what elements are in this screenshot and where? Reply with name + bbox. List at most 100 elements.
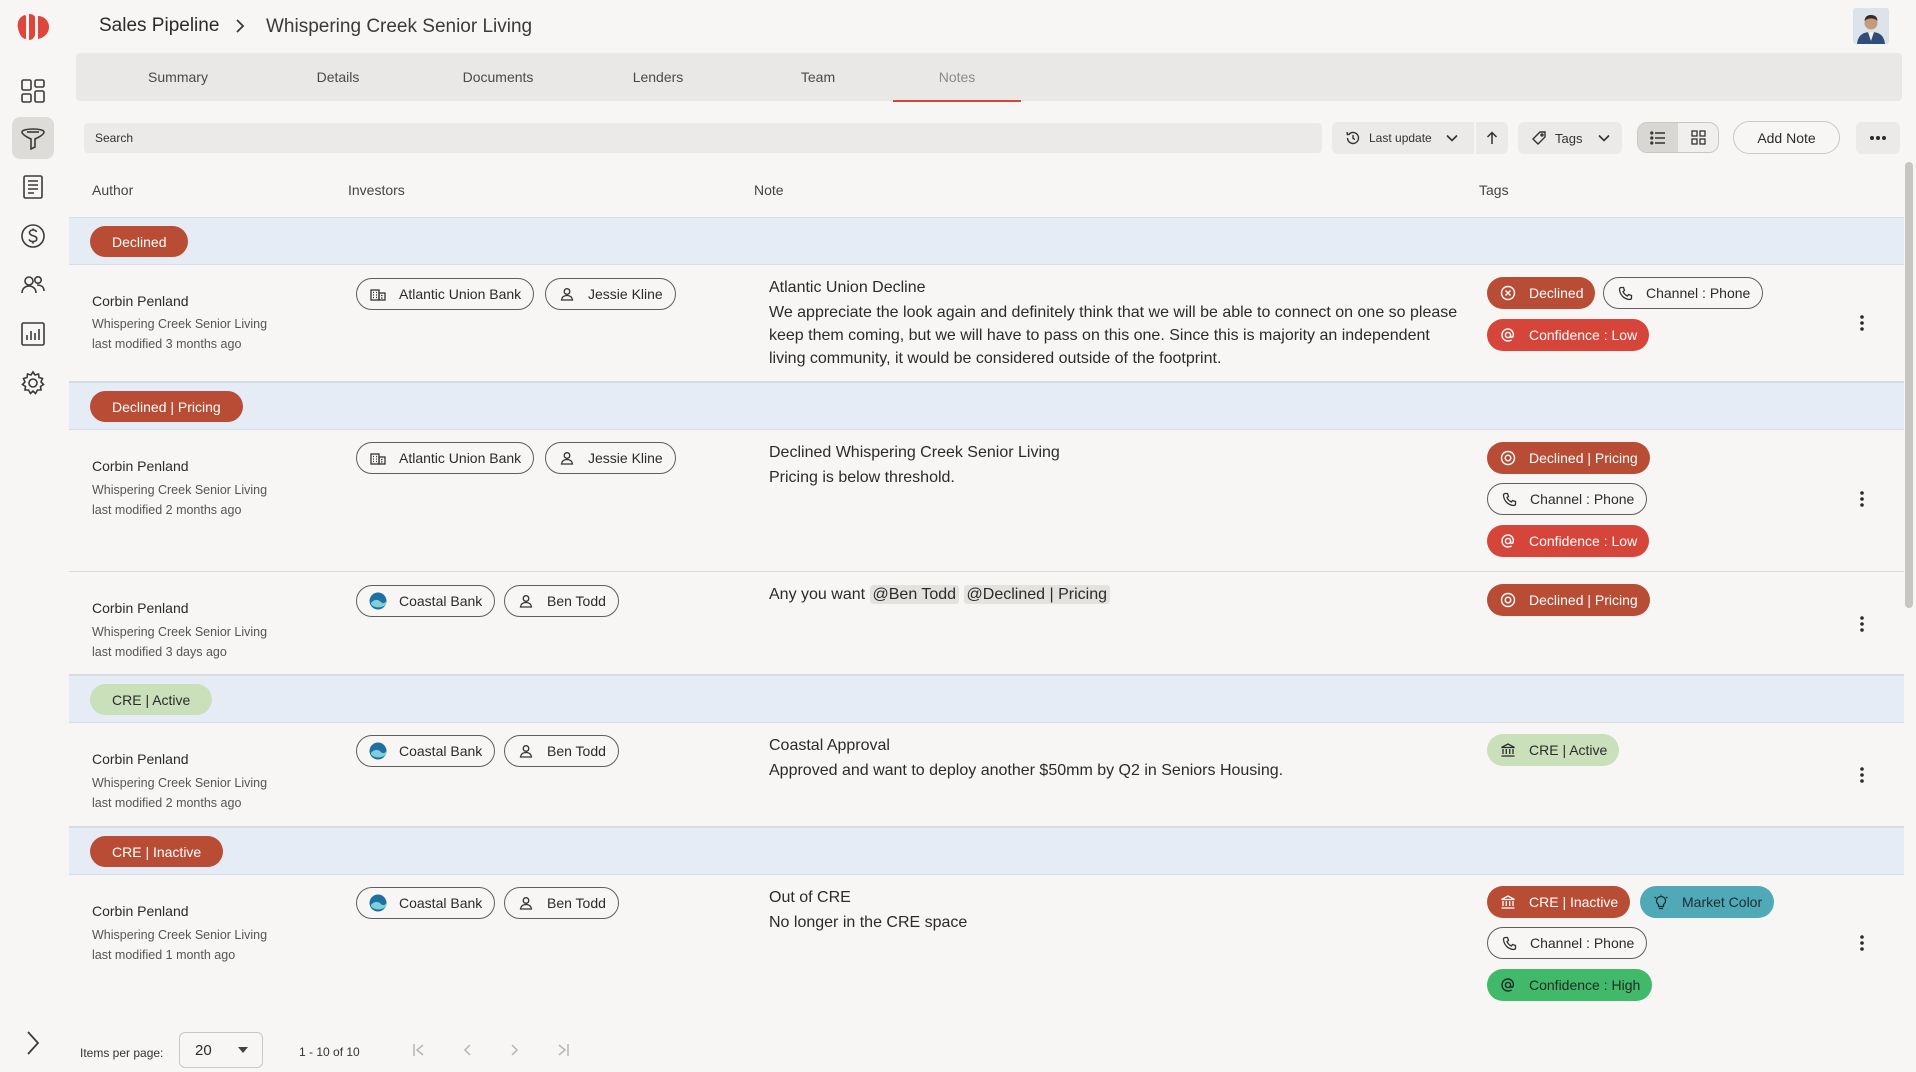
sort-direction-button[interactable] — [1476, 122, 1508, 154]
investor-chip[interactable]: Atlantic Union Bank — [356, 442, 535, 474]
column-header-author[interactable]: Author — [92, 182, 133, 198]
nav-settings[interactable] — [12, 362, 54, 404]
investor-chip[interactable]: Ben Todd — [504, 585, 619, 617]
note-author: Corbin Penland — [92, 458, 189, 474]
tag-chip[interactable]: Channel : Phone — [1603, 277, 1764, 309]
column-header-note[interactable]: Note — [754, 182, 784, 198]
group-header-row[interactable]: CRE | Active — [69, 675, 1904, 723]
tag-chip[interactable]: Confidence : Low — [1487, 319, 1650, 351]
sort-field-label: Last update — [1369, 131, 1432, 145]
group-pill: CRE | Active — [90, 684, 213, 715]
tab-summary[interactable]: Summary — [98, 53, 258, 101]
add-note-button[interactable]: Add Note — [1733, 121, 1840, 154]
grid-view-button[interactable] — [1678, 123, 1718, 152]
note-body: Pricing is below threshold. — [769, 469, 955, 486]
investor-chip[interactable]: Atlantic Union Bank — [356, 278, 535, 310]
x-circle-icon — [1499, 284, 1517, 302]
row-menu-button[interactable] — [1852, 612, 1872, 636]
next-page-button[interactable] — [504, 1040, 526, 1060]
row-menu-button[interactable] — [1852, 763, 1872, 787]
group-header-row[interactable]: Declined | Pricing — [69, 382, 1904, 430]
table-row[interactable]: Corbin Penland Whispering Creek Senior L… — [69, 265, 1904, 382]
nav-documents[interactable] — [12, 166, 54, 208]
investor-name: Ben Todd — [547, 593, 606, 609]
user-avatar[interactable] — [1853, 8, 1889, 44]
coastal-bank-logo-icon — [369, 592, 387, 610]
note-author: Corbin Penland — [92, 600, 189, 616]
nav-dashboard[interactable] — [12, 70, 54, 112]
mention-person[interactable]: @Ben Todd — [869, 585, 960, 604]
coastal-bank-logo-icon — [369, 742, 387, 760]
investor-chip[interactable]: Ben Todd — [504, 887, 619, 919]
tag-chip[interactable]: Channel : Phone — [1487, 483, 1648, 515]
search-input[interactable]: Search — [84, 123, 1322, 153]
tag-chip[interactable]: Declined | Pricing — [1487, 584, 1650, 616]
note-author: Corbin Penland — [92, 751, 189, 767]
row-menu-button[interactable] — [1852, 311, 1872, 335]
app-logo-icon[interactable] — [16, 12, 52, 42]
investor-name: Atlantic Union Bank — [399, 450, 522, 466]
list-view-button[interactable] — [1638, 123, 1678, 152]
last-page-button[interactable] — [552, 1040, 574, 1060]
nav-reports[interactable] — [12, 313, 54, 355]
nav-contacts[interactable] — [12, 264, 54, 306]
tab-notes[interactable]: Notes — [893, 53, 1021, 102]
more-vertical-icon — [1860, 491, 1864, 507]
investor-name: Jessie Kline — [588, 286, 663, 302]
breadcrumb-root[interactable]: Sales Pipeline — [99, 15, 219, 37]
tag-chip[interactable]: Market Color — [1640, 886, 1775, 918]
investor-name: Coastal Bank — [399, 593, 483, 609]
sort-field-select[interactable]: Last update — [1332, 122, 1474, 154]
page-header: Sales Pipeline Whispering Creek Senior L… — [66, 0, 1916, 52]
expand-sidebar-button[interactable] — [20, 1028, 46, 1058]
investor-chip[interactable]: Coastal Bank — [356, 585, 496, 617]
at-sign-icon — [1499, 532, 1517, 550]
investor-chip[interactable]: Coastal Bank — [356, 887, 496, 919]
person-icon — [517, 592, 535, 610]
tag-chip[interactable]: Declined — [1487, 277, 1596, 309]
tag-chip[interactable]: CRE | Active — [1487, 734, 1620, 766]
chevron-down-icon — [1446, 134, 1458, 142]
more-options-button[interactable] — [1856, 122, 1900, 154]
phone-icon — [1500, 934, 1518, 952]
tag-chip[interactable]: CRE | Inactive — [1487, 886, 1631, 918]
tag-chip[interactable]: Confidence : High — [1487, 969, 1653, 1001]
group-header-row[interactable]: Declined — [69, 217, 1904, 265]
tag-chip[interactable]: Confidence : Low — [1487, 525, 1650, 557]
mention-tag[interactable]: @Declined | Pricing — [963, 585, 1110, 604]
row-menu-button[interactable] — [1852, 487, 1872, 511]
investor-chip[interactable]: Ben Todd — [504, 735, 619, 767]
tag-label: Confidence : High — [1529, 977, 1641, 993]
nav-sales-pipeline[interactable] — [12, 117, 54, 159]
tab-lenders[interactable]: Lenders — [578, 53, 738, 101]
nav-finance[interactable] — [12, 215, 54, 257]
first-page-button[interactable] — [408, 1040, 430, 1060]
scrollbar-thumb[interactable] — [1905, 162, 1913, 608]
investor-chip[interactable]: Coastal Bank — [356, 735, 496, 767]
column-header-tags[interactable]: Tags — [1479, 182, 1509, 198]
pipeline-funnel-icon — [21, 128, 45, 151]
column-header-investors[interactable]: Investors — [348, 182, 405, 198]
items-per-page-select[interactable]: 20 — [179, 1032, 263, 1068]
tab-details[interactable]: Details — [258, 53, 418, 101]
note-deal: Whispering Creek Senior Living — [92, 483, 268, 497]
investor-chip[interactable]: Jessie Kline — [545, 442, 676, 474]
tags-filter-select[interactable]: Tags — [1518, 122, 1622, 154]
table-row[interactable]: Corbin Penland Whispering Creek Senior L… — [69, 723, 1904, 827]
tag-chip[interactable]: Declined | Pricing — [1487, 442, 1650, 474]
group-header-row[interactable]: CRE | Inactive — [69, 827, 1904, 875]
people-icon — [21, 276, 45, 294]
note-deal: Whispering Creek Senior Living — [92, 625, 268, 639]
row-menu-button[interactable] — [1852, 931, 1872, 955]
note-body: We appreciate the look again and definit… — [769, 304, 1458, 367]
tag-chip[interactable]: Channel : Phone — [1487, 927, 1648, 959]
table-row[interactable]: Corbin Penland Whispering Creek Senior L… — [69, 430, 1904, 572]
investor-chip[interactable]: Jessie Kline — [545, 278, 676, 310]
table-row[interactable]: Corbin Penland Whispering Creek Senior L… — [69, 875, 1904, 1017]
tab-team[interactable]: Team — [738, 53, 898, 101]
tab-documents[interactable]: Documents — [418, 53, 578, 101]
table-scrollbar[interactable] — [1905, 160, 1913, 1010]
view-mode-toggle — [1637, 122, 1719, 153]
table-row[interactable]: Corbin Penland Whispering Creek Senior L… — [69, 572, 1904, 675]
previous-page-button[interactable] — [456, 1040, 478, 1060]
